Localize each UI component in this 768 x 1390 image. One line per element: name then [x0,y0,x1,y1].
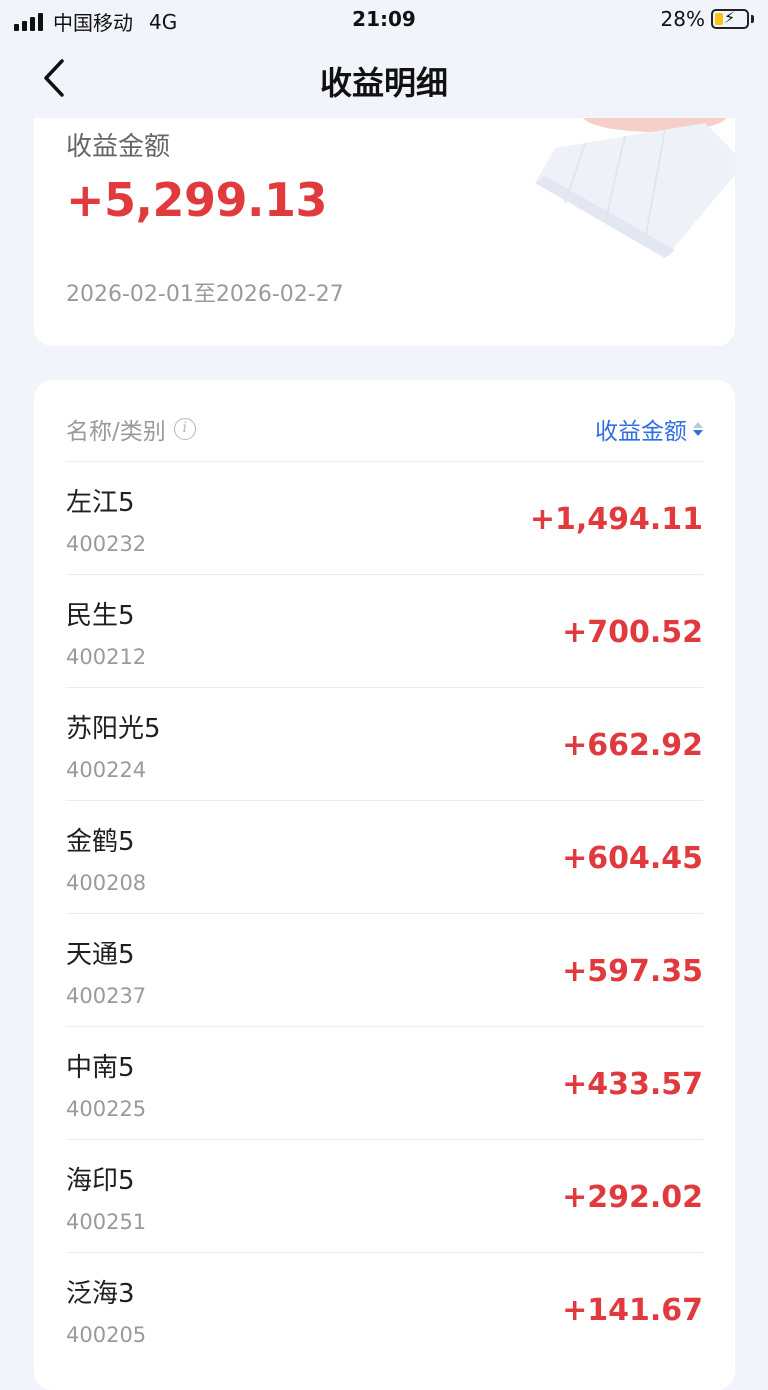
list-item[interactable]: 苏阳光5 400224 +662.92 [66,688,703,801]
sort-by-amount-button[interactable]: 收益金额 [595,412,703,446]
sort-icon [693,422,703,436]
list-item[interactable]: 左江5 400232 +1,494.11 [66,462,703,575]
item-name: 天通5 [66,940,135,970]
item-code: 400212 [66,645,147,669]
list-item[interactable]: 民生5 400212 +700.52 [66,575,703,688]
summary-label: 收益金额 [66,132,171,162]
item-name: 左江5 [66,488,135,518]
page-title: 收益明细 [319,64,448,102]
item-value: +1,494.11 [529,502,703,537]
list-item[interactable]: 泛海3 400205 +141.67 [66,1253,703,1366]
item-value: +292.02 [562,1180,703,1215]
list-item[interactable]: 海印5 400251 +292.02 [66,1140,703,1253]
item-value: +433.57 [562,1067,703,1102]
item-code: 400224 [66,758,147,782]
battery-percent: 28% [660,7,705,31]
item-value: +700.52 [562,615,703,650]
status-time: 21:09 [352,7,416,31]
item-code: 400208 [66,871,147,895]
list-item[interactable]: 金鹤5 400208 +604.45 [66,801,703,914]
list-header: 名称/类别 i 收益金额 [66,380,703,462]
item-code: 400205 [66,1323,147,1347]
item-code: 400225 [66,1097,147,1121]
date-range: 2026-02-01至2026-02-27 [66,282,344,307]
item-code: 400251 [66,1210,147,1234]
income-list: 名称/类别 i 收益金额 左江5 400232 +1,494.11 民生5 40… [34,380,735,1390]
item-name: 泛海3 [66,1279,135,1309]
nav-bar: 收益明细 [0,40,768,118]
item-name: 海印5 [66,1166,135,1196]
item-name: 金鹤5 [66,827,135,857]
charging-bolt-icon: ⚡ [724,8,736,27]
battery-icon: ⚡ [711,8,749,29]
item-code: 400237 [66,984,147,1008]
decorative-illustration [535,118,735,258]
summary-card: 收益金额 +5,299.13 2026-02-01至2026-02-27 [34,118,735,346]
list-item[interactable]: 天通5 400237 +597.35 [66,914,703,1027]
list-item[interactable]: 中南5 400225 +433.57 [66,1027,703,1140]
item-code: 400232 [66,532,147,556]
column-name-header: 名称/类别 i [66,412,196,446]
battery-fill [715,13,723,25]
item-value: +141.67 [562,1293,703,1328]
item-name: 民生5 [66,601,135,631]
status-bar: 中国移动 4G 21:09 28% ⚡ [0,0,768,40]
item-name: 中南5 [66,1053,135,1083]
info-icon[interactable]: i [173,418,196,440]
column-value-label: 收益金额 [595,419,687,445]
summary-value: +5,299.13 [66,173,328,227]
column-name-label: 名称/类别 [66,419,166,445]
battery-tip [751,15,754,23]
item-value: +662.92 [562,728,703,763]
item-value: +604.45 [562,841,703,876]
item-value: +597.35 [562,954,703,989]
status-right: 28% ⚡ [661,7,754,31]
item-name: 苏阳光5 [66,714,161,744]
